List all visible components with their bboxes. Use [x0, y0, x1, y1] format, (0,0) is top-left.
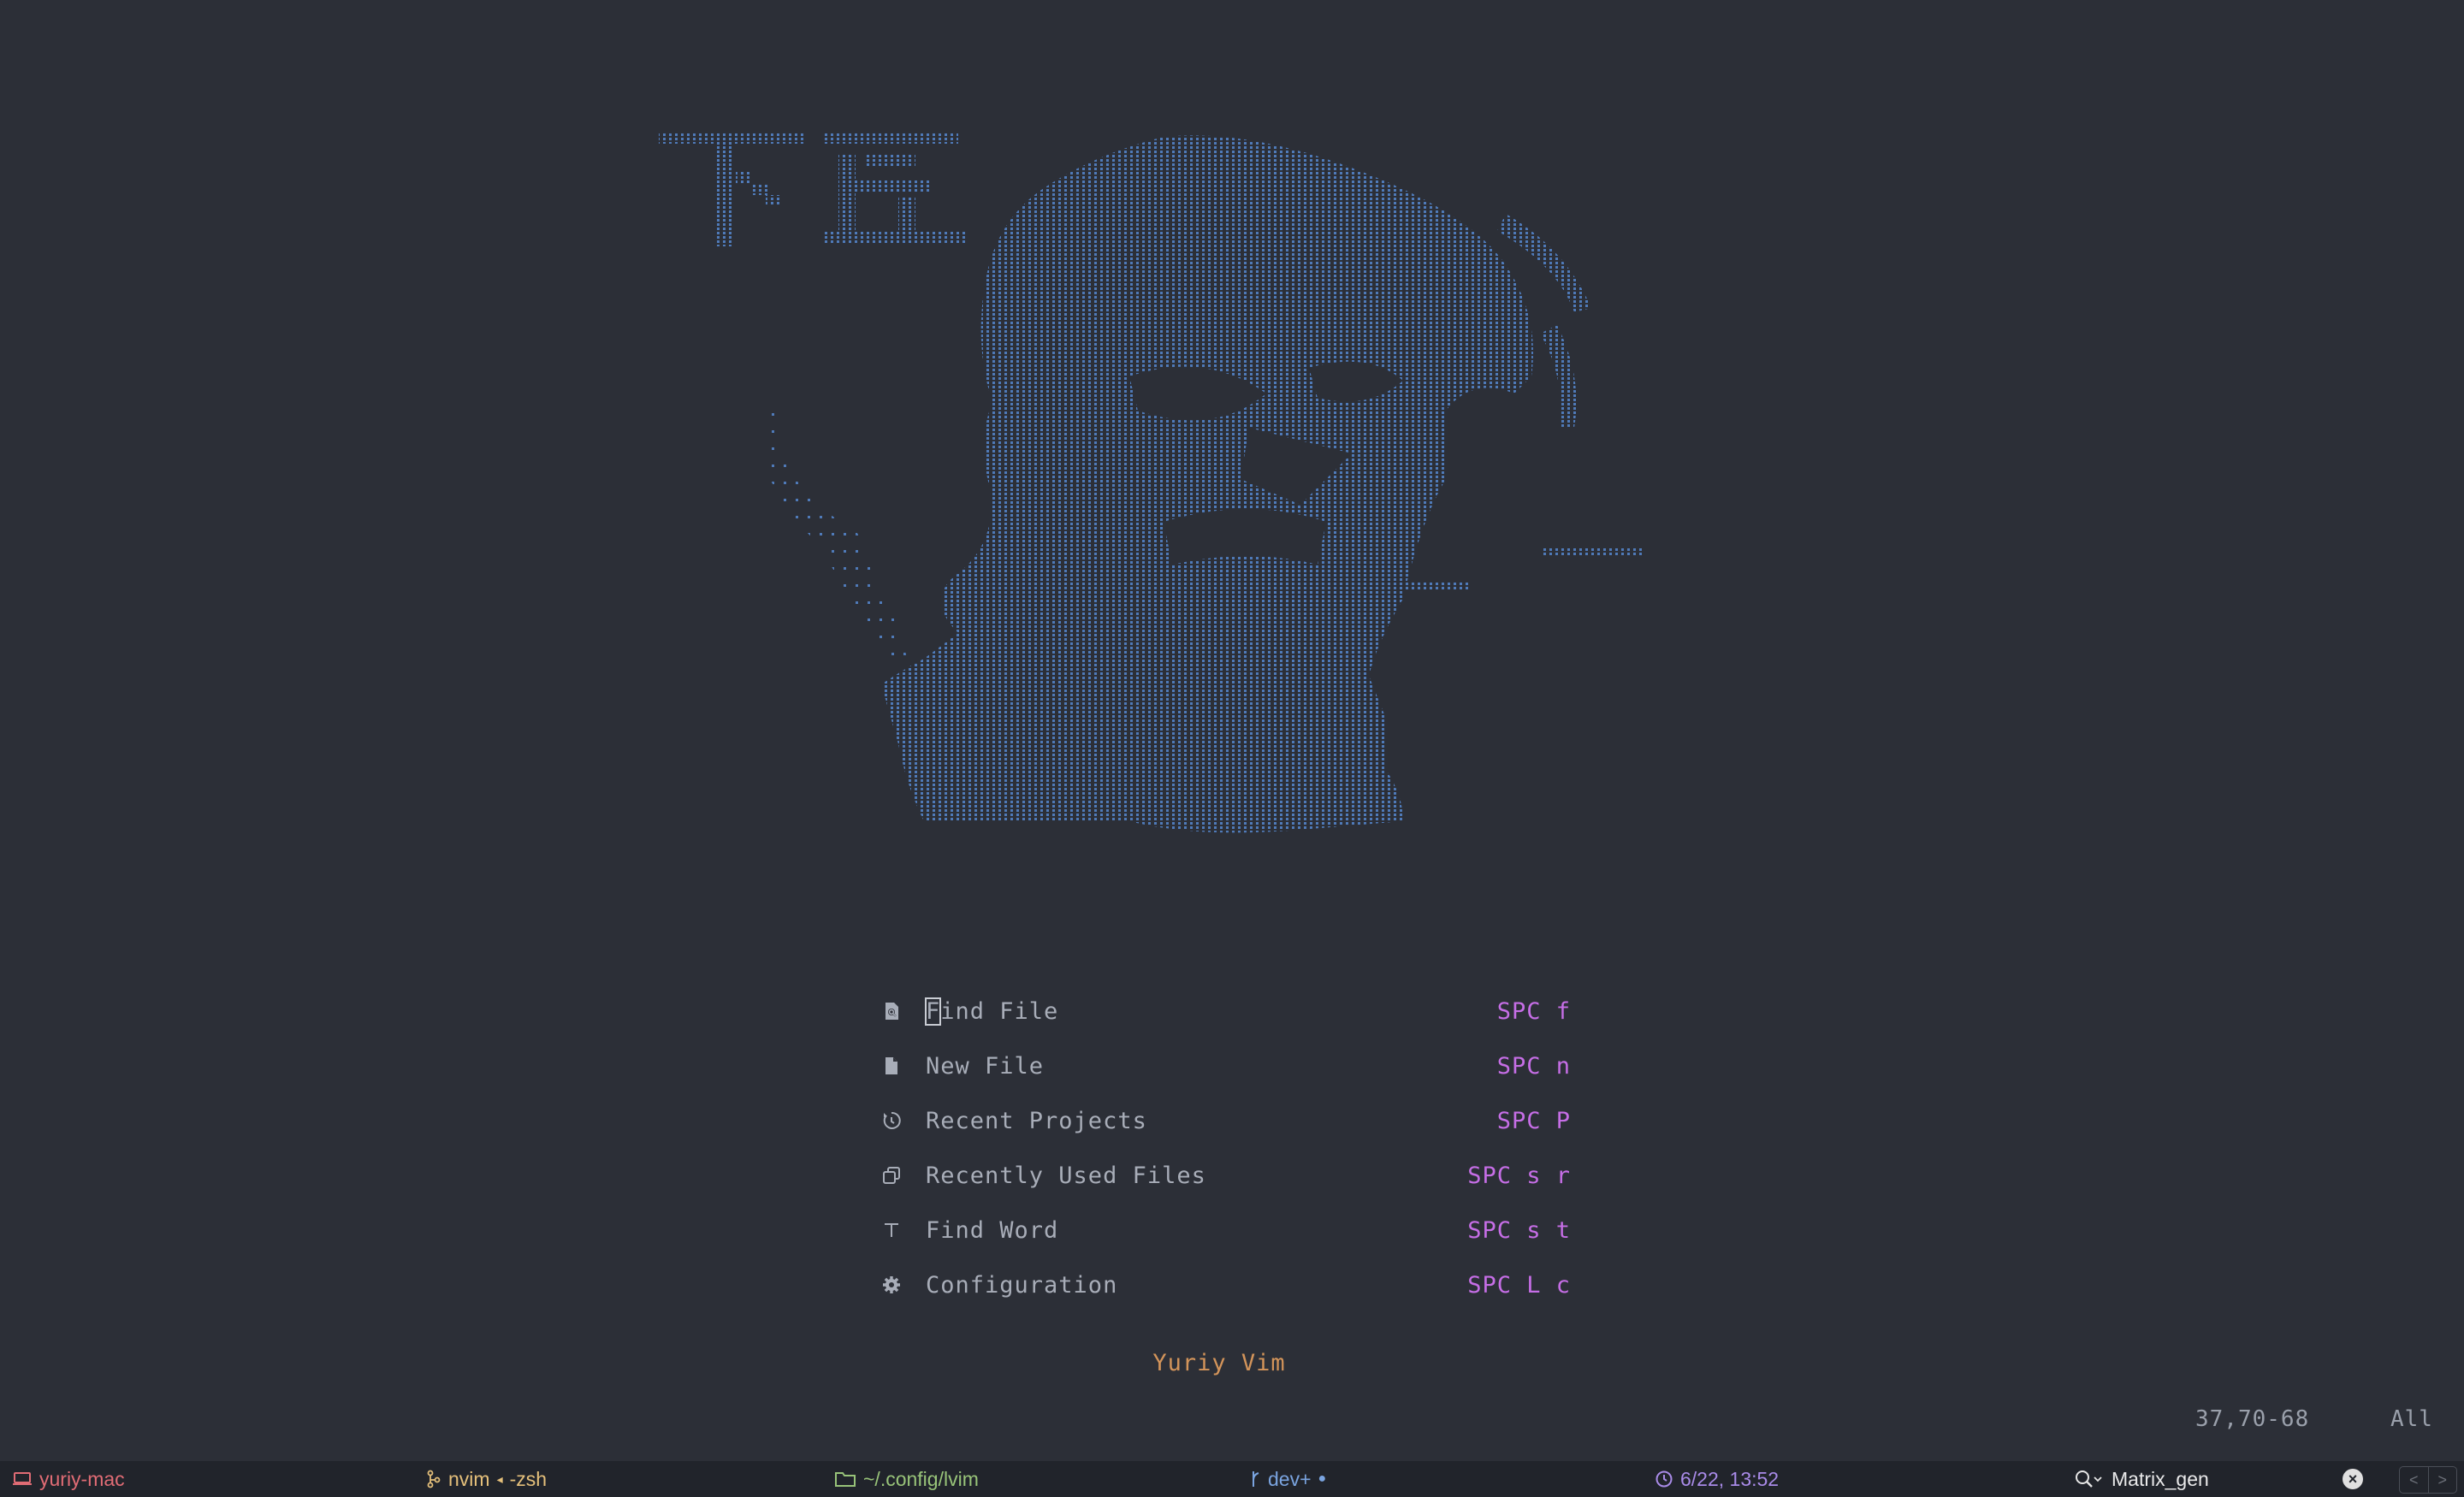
search-field[interactable]: Matrix_gen ×	[2070, 1464, 2370, 1494]
menu-item-recent-projects[interactable]: Recent Projects SPC P	[878, 1093, 1571, 1148]
menu-item-shortcut: SPC L c	[1467, 1271, 1571, 1299]
folder-icon	[835, 1472, 856, 1487]
gear-icon	[883, 1276, 900, 1293]
cursor-position: 37,70-68	[2195, 1406, 2310, 1432]
menu-item-configuration[interactable]: Configuration SPC L c	[878, 1257, 1571, 1312]
menu-item-find-word[interactable]: Find Word SPC s t	[878, 1203, 1571, 1257]
directory-path: ~/.config/lvim	[863, 1467, 979, 1490]
branch-dirty-dot: ●	[1318, 1471, 1327, 1486]
search-icon	[2076, 1470, 2102, 1488]
logo-glyphs	[659, 132, 967, 246]
clear-search-icon[interactable]: ×	[2343, 1469, 2363, 1489]
menu-item-label: Configuration	[926, 1271, 1118, 1299]
host-name: yuriy-mac	[39, 1467, 125, 1490]
laptop-icon	[13, 1472, 32, 1485]
menu-item-label: Find File	[924, 997, 1059, 1026]
shell-name: -zsh	[509, 1467, 548, 1490]
menu-item-shortcut: SPC s r	[1467, 1162, 1571, 1189]
status-git-branch[interactable]: dev+ ●	[1251, 1461, 1326, 1497]
menu-item-label-rest: ind File	[940, 997, 1059, 1025]
branch-tree-icon	[427, 1470, 441, 1488]
menu-item-label: Find Word	[926, 1216, 1059, 1244]
file-icon	[886, 1057, 897, 1074]
dashboard-menu: Find File SPC f New File SPC n Recent Pr…	[878, 984, 1571, 1312]
branch-name: dev+	[1268, 1467, 1312, 1490]
status-datetime: 6/22, 13:52	[1655, 1461, 1779, 1497]
terminal-window[interactable]: Find File SPC f New File SPC n Recent Pr…	[0, 0, 2464, 1461]
status-process[interactable]: nvim ◂ -zsh	[426, 1461, 547, 1497]
menu-item-shortcut: SPC n	[1496, 1052, 1571, 1080]
footer-title: Yuriy Vim	[1152, 1350, 1286, 1376]
status-directory[interactable]: ~/.config/lvim	[834, 1461, 979, 1497]
clock-icon	[1656, 1470, 1673, 1488]
search-next-button[interactable]: >	[2429, 1467, 2457, 1493]
git-branch-icon	[1253, 1471, 1259, 1487]
menu-item-shortcut: SPC f	[1496, 997, 1571, 1025]
menu-item-recently-used-files[interactable]: Recently Used Files SPC s r	[878, 1148, 1571, 1203]
copy-files-icon	[883, 1167, 900, 1184]
menu-item-label: Recently Used Files	[926, 1162, 1206, 1189]
dashboard-footer: Yuriy Vim	[1069, 1350, 1369, 1376]
menu-item-label: Recent Projects	[926, 1107, 1147, 1134]
search-input[interactable]: Matrix_gen	[2112, 1468, 2343, 1491]
text-icon	[885, 1223, 898, 1237]
history-icon	[883, 1111, 901, 1129]
search-nav-buttons: < >	[2399, 1466, 2457, 1494]
search-prev-button[interactable]: <	[2400, 1467, 2429, 1493]
datetime-text: 6/22, 13:52	[1680, 1467, 1780, 1490]
status-bar: yuriy-mac nvim ◂ -zsh ~/.config/lvim dev…	[0, 1461, 2464, 1497]
search-file-icon	[886, 1003, 898, 1020]
menu-item-label: New File	[926, 1052, 1045, 1080]
menu-item-shortcut: SPC s t	[1467, 1216, 1571, 1244]
menu-item-new-file[interactable]: New File SPC n	[878, 1038, 1571, 1093]
process-name: nvim	[448, 1467, 490, 1490]
status-host: yuriy-mac	[12, 1461, 125, 1497]
scroll-indicator: All	[2390, 1406, 2433, 1432]
vim-ruler: 37,70-68 All	[2195, 1406, 2432, 1432]
menu-item-find-file[interactable]: Find File SPC f	[878, 984, 1571, 1038]
process-separator: ◂	[496, 1471, 503, 1486]
ascii-art-banner	[659, 132, 1643, 833]
text-cursor: F	[924, 997, 942, 1026]
menu-item-shortcut: SPC P	[1496, 1107, 1571, 1134]
